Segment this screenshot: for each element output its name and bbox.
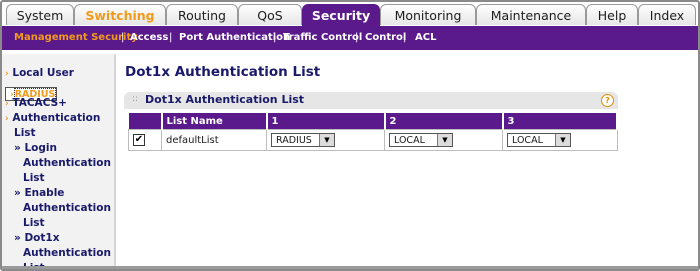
method-2-select[interactable]: LOCAL ▼ [389, 133, 453, 147]
sidebar-item-local-user[interactable]: › Local User [5, 67, 74, 79]
submenu-control[interactable]: Control [365, 26, 406, 50]
panel-header: :: Dot1x Authentication List ? [124, 92, 618, 109]
double-chevron-icon: » [14, 187, 21, 199]
method-1-cell: RADIUS ▼ [266, 129, 385, 151]
chevron-down-icon: ▼ [319, 134, 334, 146]
arrow-right-icon: › [5, 99, 9, 109]
method-1-select[interactable]: RADIUS ▼ [271, 133, 335, 147]
column-header-method-3: 3 [502, 113, 618, 130]
submenu-separator: | [403, 32, 407, 43]
help-icon[interactable]: ? [601, 94, 614, 107]
arrow-right-icon: › [5, 114, 9, 124]
tab-maintenance[interactable]: Maintenance [476, 4, 586, 25]
method-1-value: RADIUS [276, 135, 312, 146]
double-chevron-icon: » [14, 232, 21, 244]
method-3-select[interactable]: LOCAL ▼ [507, 133, 571, 147]
table-row: ✔ defaultList RADIUS ▼ LOCAL ▼ LOCAL ▼ [128, 129, 618, 151]
sidebar: › Local User ›RADIUS › TACACS+ › Authent… [2, 54, 116, 269]
column-header-list-name: List Name [161, 113, 268, 130]
sidebar-item-label[interactable]: List [23, 262, 45, 269]
tab-switching[interactable]: Switching [74, 4, 166, 25]
submenu-access[interactable]: Access [130, 26, 168, 50]
select-cell: ✔ [128, 129, 162, 151]
tab-system[interactable]: System [6, 4, 74, 25]
sidebar-item-label: Login [24, 142, 57, 154]
tab-index[interactable]: Index [638, 4, 696, 25]
tab-routing[interactable]: Routing [166, 4, 238, 25]
tab-help[interactable]: Help [586, 4, 638, 25]
sidebar-item-label: Dot1x [24, 232, 60, 244]
sidebar-item-login-authentication-list[interactable]: » Login [14, 142, 57, 154]
column-header-method-2: 2 [384, 113, 504, 130]
table-header-row: List Name 1 2 3 [128, 113, 618, 130]
dot1x-panel: :: Dot1x Authentication List ? List Name… [124, 92, 618, 152]
method-2-value: LOCAL [394, 135, 425, 146]
double-chevron-icon: » [14, 142, 21, 154]
list-name-cell: defaultList [161, 129, 267, 151]
column-header-select [128, 113, 163, 130]
sidebar-item-dot1x-authentication-list[interactable]: » Dot1x [14, 232, 59, 244]
method-2-cell: LOCAL ▼ [384, 129, 503, 151]
submenu-acl[interactable]: ACL [415, 26, 436, 50]
tab-qos[interactable]: QoS [238, 4, 302, 25]
submenu-bar: Management Security | Access | Port Auth… [2, 26, 698, 50]
sidebar-item-label: TACACS+ [12, 97, 67, 109]
submenu-separator: | [355, 32, 359, 43]
sidebar-item-enable-authentication-list[interactable]: » Enable [14, 187, 64, 199]
sidebar-item-label: Enable [24, 187, 65, 199]
page-title: Dot1x Authentication List [125, 64, 321, 80]
panel-title: Dot1x Authentication List [145, 93, 305, 106]
tab-security[interactable]: Security [302, 4, 380, 27]
submenu-separator: | [273, 32, 277, 43]
auth-list-table: List Name 1 2 3 ✔ defaultList RADIUS ▼ L… [128, 113, 618, 151]
method-3-cell: LOCAL ▼ [502, 129, 618, 151]
method-3-value: LOCAL [512, 135, 543, 146]
sidebar-item-label[interactable]: List [23, 172, 45, 184]
submenu-separator: | [121, 32, 125, 43]
submenu-separator: | [169, 32, 173, 43]
chevron-down-icon: ▼ [555, 134, 570, 146]
top-tabs: System Switching Routing QoS Security Mo… [2, 4, 698, 27]
app-window: System Switching Routing QoS Security Mo… [0, 0, 700, 271]
sidebar-item-label: Local User [12, 67, 74, 79]
submenu-management-security[interactable]: Management Security [14, 26, 138, 50]
column-header-method-1: 1 [266, 113, 386, 130]
sidebar-item-label[interactable]: List [23, 217, 45, 229]
sidebar-item-label: Authentication [12, 112, 101, 124]
tab-monitoring[interactable]: Monitoring [380, 4, 476, 25]
submenu-traffic-control[interactable]: Traffic Control [283, 26, 362, 50]
arrow-right-icon: › [5, 69, 9, 79]
sidebar-item-label[interactable]: Authentication [23, 247, 111, 259]
sidebar-item-authentication-list[interactable]: › Authentication [5, 112, 100, 124]
panel-grip-icon: :: [132, 94, 139, 104]
row-checkbox[interactable]: ✔ [133, 134, 145, 146]
sidebar-item-label[interactable]: Authentication [23, 157, 111, 169]
sidebar-item-tacacs[interactable]: › TACACS+ [5, 97, 67, 109]
chevron-down-icon: ▼ [437, 134, 452, 146]
sidebar-item-label[interactable]: Authentication [23, 202, 111, 214]
sidebar-item-label[interactable]: List [14, 127, 36, 139]
